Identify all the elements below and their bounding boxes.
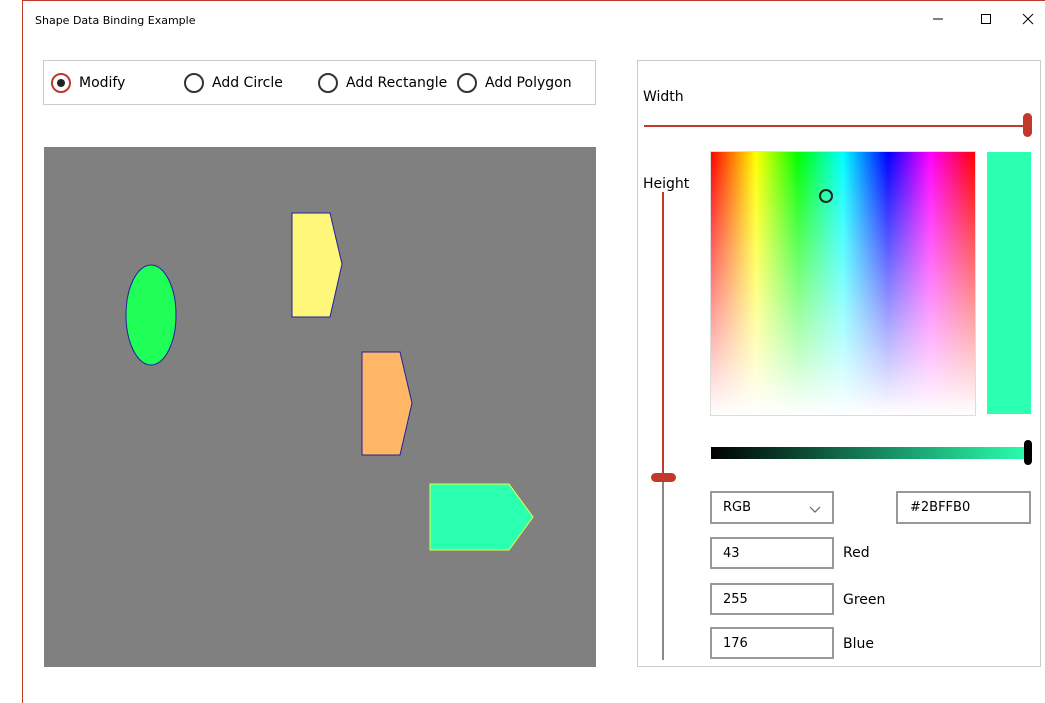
- maximize-button[interactable]: [963, 4, 1009, 34]
- hex-input[interactable]: #2BFFB0: [896, 491, 1031, 524]
- window-border-left: [22, 0, 23, 703]
- radio-indicator: [184, 72, 204, 93]
- color-mode-value: RGB: [723, 500, 752, 515]
- radio-indicator: [51, 72, 71, 93]
- minimize-button[interactable]: [915, 4, 961, 34]
- radio-label: Add Circle: [212, 74, 283, 91]
- radio-add-rectangle[interactable]: Add Rectangle: [318, 61, 447, 104]
- mode-selector: Modify Add Circle Add Rectangle Add Poly…: [43, 60, 596, 105]
- window-border-top: [22, 0, 1045, 1]
- green-input[interactable]: 255: [710, 583, 834, 615]
- polygon-shape[interactable]: [429, 483, 534, 551]
- blue-label: Blue: [843, 636, 874, 652]
- radio-modify[interactable]: Modify: [51, 61, 125, 104]
- chevron-down-icon: [809, 506, 821, 513]
- radio-indicator: [457, 72, 477, 93]
- radio-label: Add Polygon: [485, 74, 572, 91]
- height-slider-thumb[interactable]: [651, 473, 676, 482]
- height-label: Height: [643, 176, 690, 192]
- polygon-shape[interactable]: [291, 212, 343, 318]
- spectrum-selection-marker[interactable]: [819, 189, 833, 203]
- shape-canvas[interactable]: [44, 147, 596, 667]
- red-input[interactable]: 43: [710, 537, 834, 569]
- radio-label: Add Rectangle: [346, 74, 448, 91]
- radio-indicator: [318, 72, 338, 93]
- polygon-shape[interactable]: [361, 351, 413, 456]
- radio-add-circle[interactable]: Add Circle: [184, 61, 283, 104]
- color-spectrum[interactable]: [710, 151, 976, 416]
- color-preview-swatch: [987, 152, 1031, 414]
- radio-add-polygon[interactable]: Add Polygon: [457, 61, 572, 104]
- color-value-slider-thumb[interactable]: [1024, 440, 1032, 465]
- width-label: Width: [643, 89, 684, 105]
- ellipse-shape[interactable]: [125, 264, 177, 366]
- minimize-icon: [933, 18, 943, 20]
- radio-label: Modify: [79, 74, 126, 91]
- blue-input[interactable]: 176: [710, 627, 834, 659]
- height-slider-fill: [662, 192, 664, 477]
- color-value-slider[interactable]: [711, 447, 1028, 459]
- red-label: Red: [843, 545, 870, 561]
- color-mode-select[interactable]: RGB: [710, 491, 834, 524]
- width-slider-thumb[interactable]: [1023, 113, 1032, 137]
- window-title: Shape Data Binding Example: [35, 14, 196, 27]
- close-button[interactable]: [1011, 4, 1045, 34]
- maximize-icon: [981, 14, 991, 24]
- green-label: Green: [843, 592, 886, 608]
- close-icon: [1022, 13, 1034, 25]
- width-slider[interactable]: [644, 125, 1029, 127]
